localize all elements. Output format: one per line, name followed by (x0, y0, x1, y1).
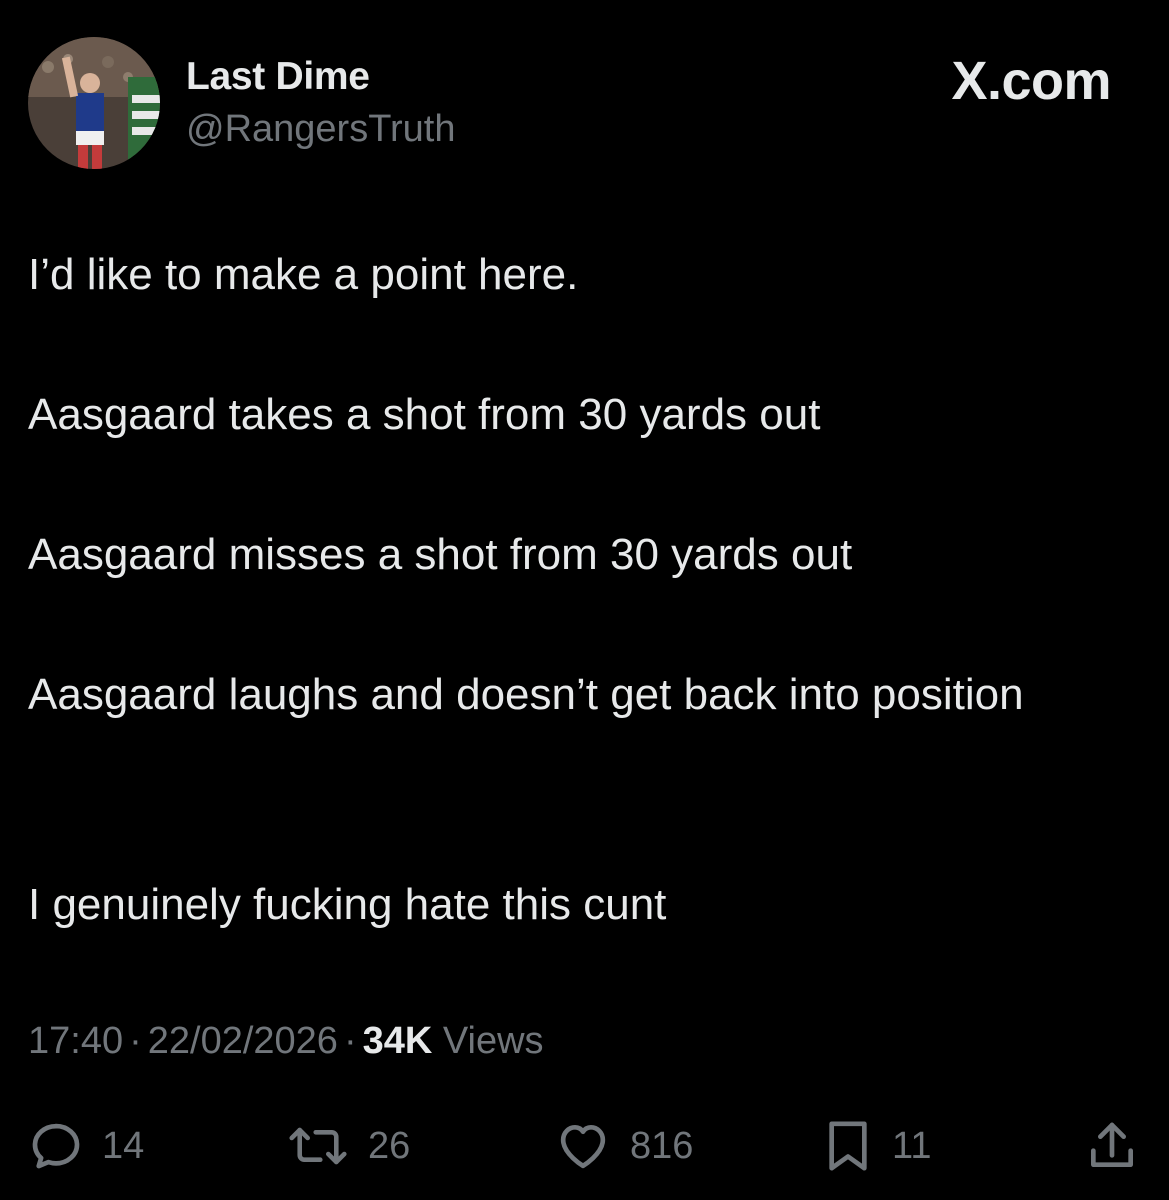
views-count: 34K (362, 1020, 433, 1062)
tweet-time[interactable]: 17:40 (28, 1020, 123, 1062)
tweet-date[interactable]: 22/02/2026 (148, 1020, 338, 1062)
like-button[interactable]: 816 (554, 1118, 693, 1174)
meta-separator: · (343, 1020, 357, 1062)
reply-button[interactable]: 14 (28, 1118, 144, 1174)
tweet-card: Last Dime @RangersTruth X.com I’d like t… (0, 0, 1169, 1200)
views-label: Views (442, 1020, 544, 1062)
tweet-paragraph: I’d like to make a point here. (28, 250, 579, 299)
avatar[interactable] (28, 37, 160, 169)
retweet-count: 26 (368, 1124, 411, 1167)
author-display-name[interactable]: Last Dime (186, 55, 370, 99)
meta-separator: · (129, 1020, 142, 1062)
bookmark-icon (829, 1121, 867, 1171)
avatar-photo-icon (28, 37, 160, 169)
share-button[interactable] (1084, 1118, 1140, 1174)
tweet-meta: 17:40 · 22/02/2026 · 34K Views (28, 1020, 544, 1063)
share-upload-icon (1091, 1122, 1133, 1167)
retweet-button[interactable]: 26 (286, 1118, 410, 1174)
bookmark-count: 11 (892, 1124, 932, 1167)
speech-bubble-icon (32, 1123, 80, 1169)
tweet-paragraph: Aasgaard misses a shot from 30 yards out (28, 530, 853, 579)
author-handle[interactable]: @RangersTruth (186, 108, 456, 151)
brand-watermark: X.com (951, 51, 1111, 111)
retweet-arrows-icon (289, 1127, 347, 1165)
heart-icon (560, 1125, 606, 1169)
tweet-paragraph: Aasgaard takes a shot from 30 yards out (28, 390, 821, 439)
tweet-paragraph: I genuinely fucking hate this cunt (28, 880, 667, 929)
tweet-paragraph: Aasgaard laughs and doesn’t get back int… (28, 670, 1024, 719)
reply-count: 14 (102, 1124, 145, 1167)
like-count: 816 (630, 1124, 694, 1167)
bookmark-button[interactable]: 11 (822, 1118, 931, 1174)
